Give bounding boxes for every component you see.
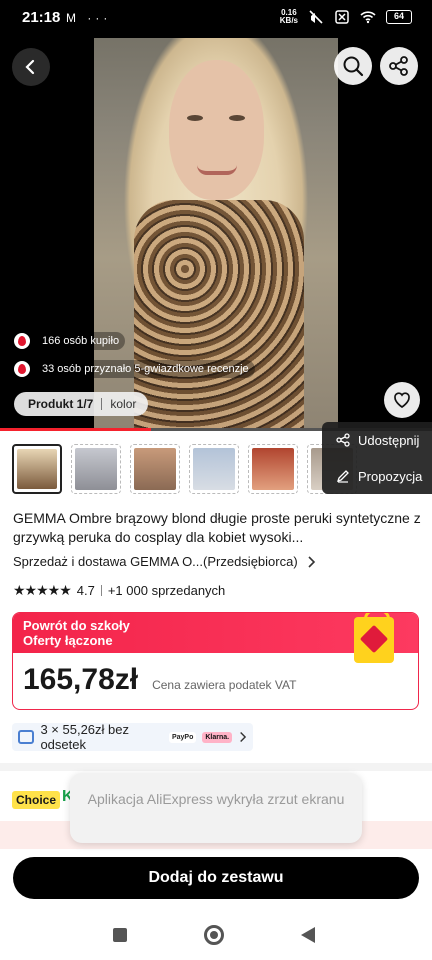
thumbnail[interactable] bbox=[12, 444, 62, 494]
rating-value: 4.7 bbox=[76, 583, 95, 598]
system-nav-bar bbox=[0, 908, 432, 960]
search-button[interactable] bbox=[334, 47, 372, 85]
tab-color[interactable]: kolor bbox=[102, 397, 148, 411]
add-to-bundle-button[interactable]: Dodaj do zestawu bbox=[13, 857, 419, 899]
status-bar: 21:18 M ··· 0.16 KB/s 64 bbox=[0, 0, 432, 38]
product-title[interactable]: GEMMA Ombre brązowy blond długie proste … bbox=[13, 509, 421, 547]
status-time: 21:18 bbox=[22, 9, 61, 26]
seller-name: Sprzedaż i dostawa GEMMA O...(Przedsiębi… bbox=[13, 554, 298, 569]
back-nav-button[interactable] bbox=[301, 927, 315, 943]
installments-text: 3 × 55,26zł bez odsetek bbox=[40, 722, 129, 752]
screenshot-toast: Aplikacja AliExpress wykryła zrzut ekran… bbox=[70, 773, 362, 843]
klarna-logo: Klarna. bbox=[202, 731, 233, 743]
wifi-icon bbox=[360, 11, 376, 24]
heart-icon bbox=[394, 392, 410, 409]
rating-row[interactable]: ★★★★★ 4.7 +1 000 sprzedanych bbox=[13, 582, 225, 599]
share-menu-item[interactable]: Udostępnij bbox=[322, 422, 432, 458]
share-icon bbox=[336, 433, 350, 447]
share-icon bbox=[389, 56, 408, 76]
thumbnail-strip bbox=[12, 444, 357, 494]
search-icon bbox=[343, 56, 364, 77]
sim-off-icon bbox=[335, 10, 349, 24]
sold-count: +1 000 sprzedanych bbox=[107, 583, 226, 598]
price: 165,78zł bbox=[23, 663, 139, 696]
gallery-tabs[interactable]: Produkt 1/7 kolor bbox=[14, 392, 149, 416]
thumbnail[interactable] bbox=[130, 444, 180, 494]
battery-icon: 64 bbox=[386, 10, 412, 24]
tab-product[interactable]: Produkt 1/7 bbox=[14, 397, 101, 411]
chevron-right-icon bbox=[240, 732, 247, 742]
star-rating: ★★★★★ bbox=[13, 582, 72, 598]
product-page: 21:18 M ··· 0.16 KB/s 64 166 osób kupiło… bbox=[0, 0, 432, 960]
thumbnail[interactable] bbox=[71, 444, 121, 494]
installments-row[interactable]: 3 × 55,26zł bez odsetek PayPo Klarna. bbox=[12, 722, 253, 752]
installment-icon bbox=[18, 730, 35, 744]
vat-note: Cena zawiera podatek VAT bbox=[152, 678, 297, 692]
seller-row[interactable]: Sprzedaż i dostawa GEMMA O...(Przedsiębi… bbox=[13, 554, 316, 569]
propose-menu-item[interactable]: Propozycja bbox=[322, 458, 432, 494]
flame-icon bbox=[14, 361, 30, 377]
choice-badge: Choice bbox=[12, 791, 61, 809]
flame-icon bbox=[14, 333, 30, 349]
network-speed: 0.16 KB/s bbox=[279, 8, 298, 25]
progress-fill bbox=[0, 428, 152, 431]
edit-icon bbox=[336, 470, 349, 483]
bought-badge: 166 osób kupiło bbox=[14, 330, 126, 352]
recent-apps-button[interactable] bbox=[113, 928, 127, 942]
back-button[interactable] bbox=[12, 48, 50, 86]
thumbnail[interactable] bbox=[189, 444, 239, 494]
share-menu: Udostępnij Propozycja bbox=[322, 422, 432, 494]
chevron-right-icon bbox=[308, 555, 315, 568]
home-button[interactable] bbox=[204, 925, 224, 945]
notification-icons: M ··· bbox=[66, 11, 112, 25]
wishlist-button[interactable] bbox=[384, 382, 420, 418]
thumbnail[interactable] bbox=[248, 444, 298, 494]
reviews-badge: 33 osób przyznało 5-gwiazdkowe recenzje bbox=[14, 358, 255, 380]
price-card: Powrót do szkoły Oferty łączone 165,78zł… bbox=[12, 612, 419, 710]
shopping-bag-icon bbox=[354, 613, 394, 663]
paypo-logo: PayPo bbox=[168, 731, 197, 743]
promo-banner[interactable]: Powrót do szkoły Oferty łączone bbox=[13, 613, 418, 663]
chevron-left-icon bbox=[25, 59, 35, 75]
mute-icon bbox=[309, 10, 323, 24]
share-button[interactable] bbox=[380, 47, 418, 85]
